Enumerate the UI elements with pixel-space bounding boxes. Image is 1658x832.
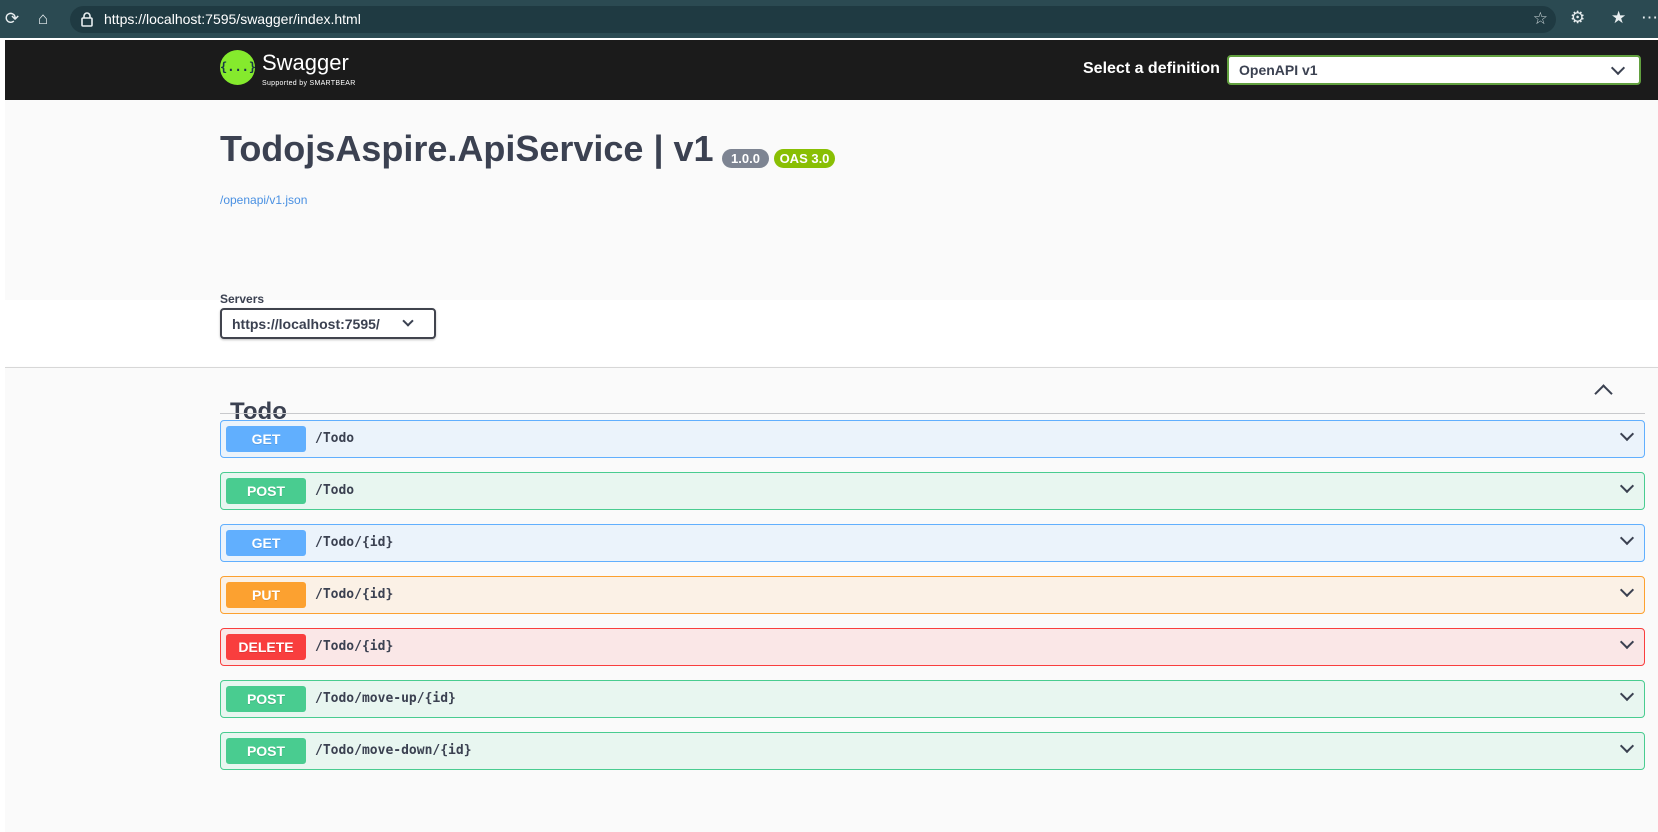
operation-path: /Todo/move-down/{id} bbox=[315, 743, 472, 758]
operation-get-todo-id[interactable]: GET /Todo/{id} bbox=[220, 524, 1645, 562]
operation-path: /Todo bbox=[315, 431, 355, 446]
swagger-topbar: {...} Swagger Supported by SMARTBEAR Sel… bbox=[5, 40, 1658, 100]
smartbear-label: Supported by SMARTBEAR bbox=[262, 80, 356, 87]
operation-path: /Todo bbox=[315, 483, 355, 498]
servers-select-value: https://localhost:7595/ bbox=[232, 316, 380, 332]
chevron-down-icon bbox=[402, 315, 414, 327]
tag-divider bbox=[220, 413, 1645, 414]
operation-path: /Todo/move-up/{id} bbox=[315, 691, 456, 706]
swagger-logo-icon[interactable]: {...} bbox=[220, 50, 256, 85]
chevron-down-icon[interactable] bbox=[1619, 582, 1635, 598]
method-badge: PUT bbox=[226, 582, 306, 608]
operation-put-todo-id[interactable]: PUT /Todo/{id} bbox=[220, 576, 1645, 614]
operation-post-move-up[interactable]: POST /Todo/move-up/{id} bbox=[220, 680, 1645, 718]
operation-get-todo[interactable]: GET /Todo bbox=[220, 420, 1645, 458]
favorites-icon[interactable]: ★ bbox=[1611, 8, 1626, 28]
method-badge: POST bbox=[226, 738, 306, 764]
star-icon[interactable]: ☆ bbox=[1533, 9, 1548, 29]
operation-path: /Todo/{id} bbox=[315, 587, 394, 602]
oas-badge: OAS 3.0 bbox=[774, 149, 835, 168]
swagger-page: {...} Swagger Supported by SMARTBEAR Sel… bbox=[5, 40, 1658, 832]
servers-select[interactable]: https://localhost:7595/ bbox=[220, 308, 436, 339]
operation-path: /Todo/{id} bbox=[315, 535, 394, 550]
address-bar[interactable]: https://localhost:7595/swagger/index.htm… bbox=[70, 6, 1556, 33]
extensions-icon[interactable]: ⚙ bbox=[1570, 8, 1585, 28]
method-badge: GET bbox=[226, 530, 306, 556]
method-badge: DELETE bbox=[226, 634, 306, 660]
home-icon[interactable]: ⌂ bbox=[31, 7, 55, 31]
version-badge: 1.0.0 bbox=[722, 149, 769, 168]
chevron-down-icon[interactable] bbox=[1619, 634, 1635, 650]
operation-post-todo[interactable]: POST /Todo bbox=[220, 472, 1645, 510]
operation-post-move-down[interactable]: POST /Todo/move-down/{id} bbox=[220, 732, 1645, 770]
api-title: TodojsAspire.ApiService | v1 bbox=[220, 128, 714, 169]
chevron-down-icon[interactable] bbox=[1619, 478, 1635, 494]
chevron-down-icon[interactable] bbox=[1619, 686, 1635, 702]
definition-label: Select a definition bbox=[1083, 60, 1220, 77]
browser-toolbar: ⟳ ⌂ https://localhost:7595/swagger/index… bbox=[0, 0, 1658, 38]
lock-icon bbox=[81, 12, 93, 27]
swagger-logo-text[interactable]: Swagger bbox=[262, 50, 349, 76]
servers-label: Servers bbox=[220, 292, 265, 306]
chevron-down-icon[interactable] bbox=[1619, 738, 1635, 754]
method-badge: GET bbox=[226, 426, 306, 452]
browser-menu-icon[interactable]: ⋯ bbox=[1641, 8, 1658, 28]
operation-delete-todo-id[interactable]: DELETE /Todo/{id} bbox=[220, 628, 1645, 666]
refresh-icon[interactable]: ⟳ bbox=[0, 7, 24, 31]
method-badge: POST bbox=[226, 478, 306, 504]
operation-path: /Todo/{id} bbox=[315, 639, 394, 654]
definition-select[interactable]: OpenAPI v1 bbox=[1227, 55, 1641, 85]
chevron-down-icon[interactable] bbox=[1619, 426, 1635, 442]
definition-select-value: OpenAPI v1 bbox=[1239, 62, 1318, 78]
chevron-down-icon[interactable] bbox=[1619, 530, 1635, 546]
spec-link[interactable]: /openapi/v1.json bbox=[220, 193, 307, 207]
url-text: https://localhost:7595/swagger/index.htm… bbox=[104, 11, 361, 27]
chevron-down-icon bbox=[1610, 60, 1626, 76]
method-badge: POST bbox=[226, 686, 306, 712]
